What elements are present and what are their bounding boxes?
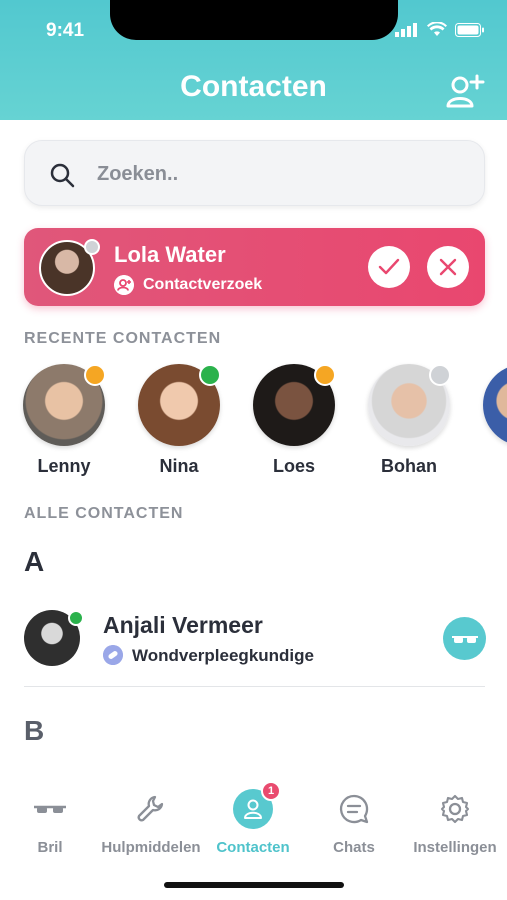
decline-request-button[interactable] (427, 246, 469, 288)
status-time: 9:41 (46, 20, 85, 41)
recent-contacts-heading: RECENTE CONTACTEN (24, 330, 222, 347)
active-tab-indicator: 1 (233, 781, 281, 829)
request-subtitle: Contactverzoek (143, 276, 263, 293)
check-icon (378, 258, 400, 275)
status-dot (314, 364, 336, 386)
tab-chats[interactable]: Chats (304, 789, 404, 856)
home-indicator (164, 882, 344, 888)
contact-name: Anjali Vermeer (103, 612, 263, 638)
person-icon (244, 799, 262, 819)
recent-contact-name: Nina (159, 456, 199, 476)
recent-contact-name: Bohan (381, 456, 437, 476)
wifi-icon (427, 22, 447, 36)
section-letter-b: B (24, 715, 45, 746)
status-dot (84, 239, 100, 255)
contact-role: Wondverpleegkundige (132, 646, 314, 665)
notification-badge: 1 (261, 781, 281, 801)
page-title: Contacten (180, 70, 327, 103)
header: 9:41 Contacten (0, 0, 507, 120)
tab-label: Instellingen (413, 839, 497, 856)
status-dot (429, 364, 451, 386)
search-input[interactable] (97, 153, 467, 195)
status-dot (199, 364, 221, 386)
tab-label: Contacten (216, 839, 290, 856)
close-icon (439, 258, 457, 276)
search-bar[interactable] (24, 140, 485, 206)
status-icons (395, 22, 485, 37)
tab-label: Chats (333, 839, 375, 856)
signal-icon (395, 22, 417, 37)
gear-icon (440, 794, 470, 824)
role-icon (103, 645, 123, 665)
contact-row[interactable]: Anjali Vermeer Wondverpleegkundige (0, 600, 507, 680)
tab-instellingen[interactable]: Instellingen (405, 789, 505, 856)
accept-request-button[interactable] (368, 246, 410, 288)
avatar (483, 364, 507, 446)
contact-request-card[interactable]: Lola Water Contactverzoek (24, 228, 485, 306)
wrench-icon (137, 795, 164, 822)
battery-icon (455, 22, 484, 37)
glasses-icon (451, 635, 478, 643)
all-contacts-heading: ALLE CONTACTEN (24, 505, 184, 522)
glasses-icon (34, 805, 66, 813)
tab-hulpmiddelen[interactable]: Hulpmiddelen (101, 789, 201, 856)
add-contact-icon[interactable] (445, 72, 485, 110)
recent-contact-name: Lenny (37, 456, 91, 476)
tab-label: Hulpmiddelen (101, 839, 201, 856)
chat-icon (339, 794, 369, 824)
status-dot (84, 364, 106, 386)
recent-contacts-list: Lenny Nina Loes Bohan (0, 362, 507, 477)
device-notch (110, 0, 398, 40)
tab-contacten[interactable]: 1 Contacten (203, 781, 303, 856)
search-icon (50, 163, 75, 188)
status-dot (68, 610, 84, 626)
contact-glasses-button[interactable] (443, 617, 486, 660)
tab-label: Bril (37, 839, 63, 856)
request-name: Lola Water (114, 242, 226, 267)
tab-bril[interactable]: Bril (0, 789, 100, 856)
section-letter-a: A (24, 546, 45, 577)
contact-request-icon (114, 275, 134, 295)
recent-contact-name: Loes (272, 456, 315, 476)
divider (24, 686, 485, 687)
